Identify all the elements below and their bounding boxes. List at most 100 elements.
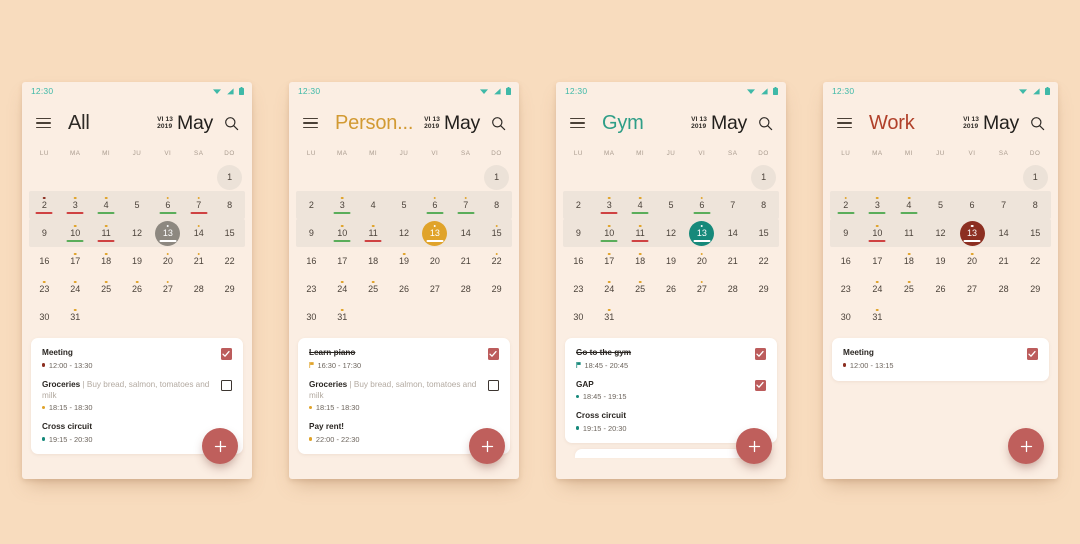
calendar-day-17[interactable]: 17	[60, 247, 91, 275]
calendar-day-16[interactable]: 16	[563, 247, 594, 275]
calendar-day-16[interactable]: 16	[296, 247, 327, 275]
calendar-day-28[interactable]: 28	[717, 275, 748, 303]
calendar-day-8[interactable]: 8	[481, 191, 512, 219]
calendar-day-23[interactable]: 23	[296, 275, 327, 303]
calendar-day-3[interactable]: 3	[60, 191, 91, 219]
add-event-button[interactable]	[469, 428, 505, 464]
calendar-day-22[interactable]: 22	[1019, 247, 1051, 275]
add-event-button[interactable]	[202, 428, 238, 464]
event-checkbox-unchecked[interactable]	[487, 379, 499, 391]
current-date[interactable]: VI 13 2019 May	[691, 112, 747, 135]
calendar-day-11[interactable]: 11	[358, 219, 389, 247]
calendar-day-13[interactable]: 13	[419, 219, 450, 247]
calendar-day-5[interactable]: 5	[389, 191, 420, 219]
calendar-day-31[interactable]: 31	[60, 303, 91, 331]
current-date[interactable]: VI 13 2019 May	[963, 112, 1019, 135]
calendar-day-6[interactable]: 6	[152, 191, 183, 219]
calendar-day-28[interactable]: 28	[450, 275, 481, 303]
calendar-day-17[interactable]: 17	[594, 247, 625, 275]
calendar-day-9[interactable]: 9	[29, 219, 60, 247]
calendar-day-9[interactable]: 9	[830, 219, 862, 247]
calendar-day-4[interactable]: 4	[625, 191, 656, 219]
calendar-day-26[interactable]: 26	[925, 275, 957, 303]
calendar-day-2[interactable]: 2	[29, 191, 60, 219]
calendar-day-30[interactable]: 30	[29, 303, 60, 331]
calendar-day-17[interactable]: 17	[327, 247, 358, 275]
calendar-day-22[interactable]: 22	[748, 247, 779, 275]
calendar-day-12[interactable]: 12	[656, 219, 687, 247]
calendar-day-18[interactable]: 18	[893, 247, 925, 275]
search-button[interactable]	[491, 116, 506, 131]
search-button[interactable]	[1030, 116, 1045, 131]
calendar-day-18[interactable]: 18	[91, 247, 122, 275]
calendar-day-21[interactable]: 21	[717, 247, 748, 275]
calendar-day-6[interactable]: 6	[686, 191, 717, 219]
calendar-day-31[interactable]: 31	[862, 303, 894, 331]
calendar-day-26[interactable]: 26	[122, 275, 153, 303]
calendar-day-8[interactable]: 8	[748, 191, 779, 219]
calendar-day-3[interactable]: 3	[327, 191, 358, 219]
calendar-day-5[interactable]: 5	[122, 191, 153, 219]
menu-icon[interactable]	[36, 117, 51, 129]
calendar-day-20[interactable]: 20	[686, 247, 717, 275]
event-checkbox-checked[interactable]	[487, 348, 499, 360]
calendar-day-30[interactable]: 30	[563, 303, 594, 331]
calendar-day-23[interactable]: 23	[830, 275, 862, 303]
calendar-day-14[interactable]: 14	[183, 219, 214, 247]
event-item[interactable]: Meeting 12:00 - 13:15	[843, 347, 1038, 370]
calendar-day-5[interactable]: 5	[656, 191, 687, 219]
calendar-day-14[interactable]: 14	[717, 219, 748, 247]
calendar-day-24[interactable]: 24	[862, 275, 894, 303]
calendar-day-22[interactable]: 22	[481, 247, 512, 275]
calendar-day-3[interactable]: 3	[862, 191, 894, 219]
calendar-day-13[interactable]: 13	[686, 219, 717, 247]
calendar-day-24[interactable]: 24	[60, 275, 91, 303]
calendar-day-2[interactable]: 2	[830, 191, 862, 219]
calendar-day-31[interactable]: 31	[327, 303, 358, 331]
calendar-day-23[interactable]: 23	[563, 275, 594, 303]
calendar-day-16[interactable]: 16	[29, 247, 60, 275]
event-item[interactable]: Learn piano 16:30 - 17:30	[309, 347, 499, 370]
search-button[interactable]	[224, 116, 239, 131]
calendar-day-22[interactable]: 22	[214, 247, 245, 275]
calendar-day-28[interactable]: 28	[183, 275, 214, 303]
calendar-day-7[interactable]: 7	[717, 191, 748, 219]
calendar-day-10[interactable]: 10	[862, 219, 894, 247]
calendar-day-13[interactable]: 13	[152, 219, 183, 247]
calendar-day-29[interactable]: 29	[1019, 275, 1051, 303]
calendar-day-8[interactable]: 8	[214, 191, 245, 219]
calendar-day-4[interactable]: 4	[91, 191, 122, 219]
calendar-day-20[interactable]: 20	[956, 247, 988, 275]
calendar-day-16[interactable]: 16	[830, 247, 862, 275]
calendar-day-5[interactable]: 5	[925, 191, 957, 219]
event-item[interactable]: Groceries | Buy bread, salmon, tomatoes …	[42, 379, 232, 412]
event-item[interactable]: Cross circuit 19:15 - 20:30	[576, 410, 766, 433]
event-checkbox-unchecked[interactable]	[220, 379, 232, 391]
calendar-day-2[interactable]: 2	[563, 191, 594, 219]
calendar-day-18[interactable]: 18	[358, 247, 389, 275]
calendar-day-24[interactable]: 24	[327, 275, 358, 303]
calendar-day-23[interactable]: 23	[29, 275, 60, 303]
current-date[interactable]: VI 13 2019 May	[424, 112, 480, 135]
calendar-day-2[interactable]: 2	[296, 191, 327, 219]
calendar-day-21[interactable]: 21	[183, 247, 214, 275]
calendar-day-10[interactable]: 10	[60, 219, 91, 247]
calendar-day-10[interactable]: 10	[327, 219, 358, 247]
event-checkbox-checked[interactable]	[754, 348, 766, 360]
calendar-day-19[interactable]: 19	[389, 247, 420, 275]
menu-icon[interactable]	[837, 117, 852, 129]
calendar-day-31[interactable]: 31	[594, 303, 625, 331]
calendar-day-29[interactable]: 29	[481, 275, 512, 303]
calendar-day-8[interactable]: 8	[1019, 191, 1051, 219]
calendar-day-20[interactable]: 20	[152, 247, 183, 275]
calendar-day-30[interactable]: 30	[296, 303, 327, 331]
add-event-button[interactable]	[1008, 428, 1044, 464]
calendar-day-11[interactable]: 11	[893, 219, 925, 247]
event-checkbox-checked[interactable]	[754, 379, 766, 391]
calendar-day-24[interactable]: 24	[594, 275, 625, 303]
calendar-day-21[interactable]: 21	[450, 247, 481, 275]
calendar-day-25[interactable]: 25	[91, 275, 122, 303]
calendar-day-12[interactable]: 12	[925, 219, 957, 247]
calendar-day-25[interactable]: 25	[358, 275, 389, 303]
calendar-day-1[interactable]: 1	[214, 163, 245, 191]
